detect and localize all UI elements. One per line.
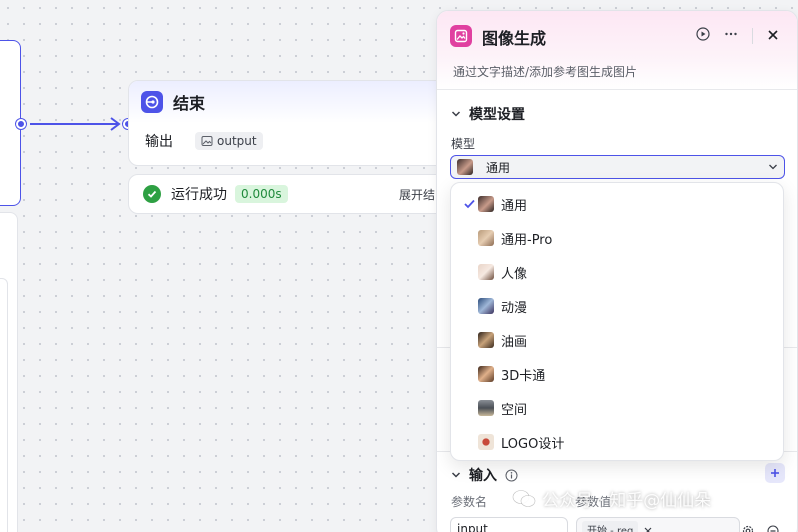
model-option[interactable]: 空间 bbox=[451, 391, 783, 425]
output-variable-tag: output bbox=[195, 132, 263, 150]
watermark-text: 公众号 · 知乎@仙仙朵 bbox=[542, 491, 712, 511]
success-check-icon bbox=[143, 185, 161, 203]
model-select-value: 通用 bbox=[486, 160, 511, 175]
panel-header: 图像生成 通过文字描述/添加参考图生成图片 bbox=[437, 11, 797, 89]
model-option-label: LOGO设计 bbox=[501, 436, 565, 452]
model-option[interactable]: 动漫 bbox=[451, 289, 783, 323]
image-icon bbox=[201, 136, 213, 146]
add-input-button[interactable] bbox=[765, 463, 785, 483]
model-option[interactable]: 通用-Pro bbox=[451, 221, 783, 255]
model-thumbnail-icon bbox=[478, 400, 494, 416]
model-thumbnail-icon bbox=[478, 366, 494, 382]
check-icon bbox=[464, 198, 475, 213]
model-thumbnail-icon bbox=[478, 264, 494, 280]
model-thumbnail-icon bbox=[478, 298, 494, 314]
end-node-title: 结束 bbox=[173, 94, 206, 113]
model-option-label: 动漫 bbox=[501, 300, 528, 316]
panel-title: 图像生成 bbox=[482, 29, 547, 48]
model-option[interactable]: 3D卡通 bbox=[451, 357, 783, 391]
image-generation-icon bbox=[450, 25, 472, 47]
model-thumbnail-icon bbox=[478, 230, 494, 246]
end-output-label: 输出 bbox=[145, 134, 173, 150]
watermark: 公众号 · 知乎@仙仙朵 bbox=[512, 486, 711, 511]
model-option-label: 油画 bbox=[501, 334, 528, 350]
model-settings-header[interactable]: 模型设置 bbox=[451, 104, 525, 124]
model-option-label: 3D卡通 bbox=[501, 368, 546, 384]
connector-line bbox=[30, 117, 121, 131]
model-settings-title: 模型设置 bbox=[469, 107, 525, 123]
model-thumbnail-icon bbox=[478, 196, 494, 212]
end-node[interactable]: 结束 输出 output bbox=[128, 80, 458, 166]
output-variable-name: output bbox=[217, 134, 257, 148]
model-thumbnail-icon bbox=[457, 159, 473, 175]
plus-icon bbox=[771, 469, 779, 477]
lower-node-inner bbox=[0, 278, 8, 532]
model-option[interactable]: 油画 bbox=[451, 323, 783, 357]
model-option-label: 通用 bbox=[501, 198, 528, 214]
more-icon[interactable] bbox=[724, 26, 738, 45]
input-section-header[interactable]: 输入 bbox=[451, 465, 518, 485]
input-section-title: 输入 bbox=[469, 468, 497, 484]
param-name-header: 参数名 bbox=[451, 495, 488, 509]
header-divider bbox=[752, 27, 753, 44]
end-node-icon bbox=[141, 91, 163, 113]
remove-param-icon[interactable] bbox=[767, 522, 779, 532]
model-label: 模型 bbox=[451, 137, 476, 151]
chevron-down-icon bbox=[451, 472, 461, 478]
settings-gear-icon[interactable] bbox=[742, 522, 754, 532]
model-option[interactable]: 人像 bbox=[451, 255, 783, 289]
model-option-label: 人像 bbox=[501, 266, 528, 282]
chevron-down-icon bbox=[768, 161, 778, 175]
run-status-text: 运行成功 bbox=[171, 187, 227, 203]
param-name-input[interactable]: input bbox=[450, 517, 568, 532]
end-node-header: 结束 bbox=[129, 81, 457, 123]
wechat-icon bbox=[512, 489, 536, 507]
model-option-label: 空间 bbox=[501, 402, 528, 418]
run-status-bar: 运行成功 0.000s 展开结 bbox=[128, 174, 458, 214]
panel-separator bbox=[437, 89, 797, 90]
param-value-ref[interactable]: 开始 - req bbox=[576, 517, 740, 532]
panel-description: 通过文字描述/添加参考图生成图片 bbox=[453, 65, 638, 79]
play-icon[interactable] bbox=[696, 26, 710, 45]
model-thumbnail-icon bbox=[478, 434, 494, 450]
run-time-badge: 0.000s bbox=[235, 185, 288, 203]
remove-ref-icon[interactable] bbox=[644, 520, 652, 532]
model-option[interactable]: 通用 bbox=[451, 187, 783, 221]
param-ref-chip: 开始 - req bbox=[582, 520, 639, 532]
model-select[interactable]: 通用 bbox=[450, 155, 785, 179]
expand-result-link[interactable]: 展开结 bbox=[399, 186, 435, 203]
model-option-label: 通用-Pro bbox=[501, 232, 553, 248]
info-icon[interactable] bbox=[505, 469, 518, 482]
model-option[interactable]: LOGO设计 bbox=[451, 425, 783, 459]
chevron-down-icon bbox=[451, 111, 461, 117]
close-icon[interactable] bbox=[767, 26, 779, 45]
model-dropdown: 通用 通用-Pro 人像 动漫 油画 3D卡通 空间 LOGO设计 bbox=[450, 182, 784, 461]
model-thumbnail-icon bbox=[478, 332, 494, 348]
